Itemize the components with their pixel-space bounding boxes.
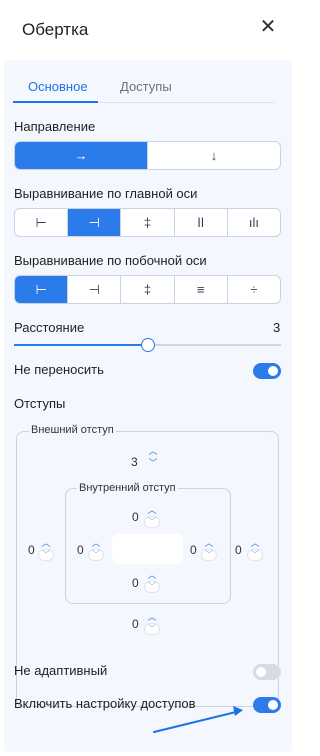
outer-padding-title: Внешний отступ	[29, 424, 116, 436]
chevron-down-icon[interactable]: ﹀	[38, 549, 54, 561]
panel-header: Обертка ✕	[0, 0, 296, 60]
chevron-up-icon[interactable]: ︿	[146, 613, 158, 622]
main-axis-label: Выравнивание по главной оси	[14, 186, 198, 201]
inner-top-stepper: ︿ ﹀	[144, 506, 160, 528]
panel-title: Обертка	[22, 20, 89, 39]
inner-bottom-value[interactable]: 0	[132, 576, 139, 590]
chevron-down-icon[interactable]: ﹀	[247, 549, 263, 561]
paddings-label: Отступы	[14, 396, 66, 411]
chevron-down-icon[interactable]: ﹀	[88, 549, 104, 561]
cross-axis-toggle-group: ⊢ ⊣ ‡ ≡ ÷	[14, 275, 281, 304]
main-axis-around-button[interactable]: ılı	[228, 209, 280, 236]
spacing-value: 3	[273, 320, 281, 335]
spacing-slider-fill	[14, 344, 148, 346]
outer-right-value[interactable]: 0	[235, 543, 242, 557]
toggle-knob	[268, 700, 278, 710]
chevron-down-icon[interactable]: ﹀	[201, 549, 217, 561]
align-start-icon: ⊢	[35, 281, 47, 297]
cross-axis-start-button[interactable]: ⊢	[15, 276, 69, 303]
spacing-slider-thumb[interactable]	[141, 338, 155, 352]
chevron-up-icon[interactable]: ︿	[203, 539, 215, 548]
chevron-up-icon[interactable]: ︿	[146, 571, 158, 580]
cross-axis-label: Выравнивание по побочной оси	[14, 253, 207, 268]
main-axis-end-button[interactable]: ⊣	[68, 209, 122, 236]
wrapper-settings-panel: Обертка ✕ Основное Доступы Направление →…	[0, 0, 296, 756]
outer-top-value[interactable]: 3	[131, 455, 138, 469]
align-end-icon: ⊣	[88, 281, 100, 297]
panel-body: Основное Доступы Направление → ↓ Выравни…	[4, 60, 292, 752]
inner-left-value[interactable]: 0	[77, 543, 84, 557]
enable-access-toggle[interactable]	[253, 697, 281, 713]
baseline-icon: ÷	[250, 282, 258, 297]
not-adaptive-label: Не адаптивный	[14, 663, 108, 678]
content-preview-box	[112, 534, 183, 564]
space-around-icon: ılı	[248, 215, 259, 230]
align-end-icon: ⊣	[88, 214, 100, 230]
toggle-knob	[268, 366, 278, 376]
close-icon[interactable]: ✕	[258, 17, 278, 37]
inner-left-stepper: ︿ ﹀	[88, 539, 104, 561]
cross-axis-baseline-button[interactable]: ÷	[228, 276, 280, 303]
chevron-down-icon[interactable]: ﹀	[144, 516, 160, 528]
nowrap-label: Не переносить	[14, 362, 104, 377]
outer-left-stepper: ︿ ﹀	[38, 539, 54, 561]
main-axis-between-button[interactable]: ǀǀ	[175, 209, 228, 236]
direction-column-button[interactable]: ↓	[148, 142, 280, 169]
chevron-up-icon[interactable]: ︿	[146, 506, 158, 515]
cross-axis-stretch-button[interactable]: ≡	[175, 276, 228, 303]
chevron-down-icon[interactable]: ﹀	[144, 581, 160, 593]
arrow-down-icon: ↓	[210, 148, 218, 163]
align-center-icon: ‡	[143, 282, 152, 297]
enable-access-label: Включить настройку доступов	[14, 696, 196, 711]
tab-active-indicator	[13, 101, 98, 103]
outer-right-stepper: ︿ ﹀	[247, 539, 263, 561]
tab-main[interactable]: Основное	[28, 79, 88, 94]
main-axis-toggle-group: ⊢ ⊣ ‡ ǀǀ ılı	[14, 208, 281, 237]
arrow-right-icon: →	[74, 148, 88, 163]
spacing-label: Расстояние	[14, 320, 85, 335]
chevron-up-icon[interactable]: ︿	[249, 539, 261, 548]
direction-label: Направление	[14, 119, 96, 134]
inner-right-value[interactable]: 0	[190, 543, 197, 557]
stretch-icon: ≡	[196, 282, 205, 297]
align-center-icon: ‡	[143, 215, 152, 230]
inner-right-stepper: ︿ ﹀	[201, 539, 217, 561]
direction-row-button[interactable]: →	[15, 142, 148, 169]
nowrap-toggle[interactable]	[253, 363, 281, 379]
space-between-icon: ǀǀ	[197, 215, 205, 230]
cross-axis-end-button[interactable]: ⊣	[68, 276, 122, 303]
inner-bottom-stepper: ︿ ﹀	[144, 571, 160, 593]
direction-toggle-group: → ↓	[14, 141, 281, 170]
main-axis-start-button[interactable]: ⊢	[15, 209, 69, 236]
chevron-up-icon[interactable]: ︿	[90, 539, 102, 548]
not-adaptive-toggle[interactable]	[253, 664, 281, 680]
toggle-knob	[256, 667, 266, 677]
inner-top-value[interactable]: 0	[132, 510, 139, 524]
chevron-up-icon[interactable]: ︿	[147, 447, 159, 456]
main-axis-center-button[interactable]: ‡	[121, 209, 175, 236]
inner-padding-title: Внутренний отступ	[77, 482, 178, 494]
chevron-down-icon[interactable]: ﹀	[144, 623, 160, 635]
outer-bottom-stepper: ︿ ﹀	[144, 613, 160, 635]
cross-axis-center-button[interactable]: ‡	[121, 276, 175, 303]
outer-bottom-value[interactable]: 0	[132, 617, 139, 631]
chevron-up-icon[interactable]: ︿	[40, 539, 52, 548]
outer-left-value[interactable]: 0	[28, 543, 35, 557]
outer-top-stepper: ︿ ﹀	[145, 447, 161, 469]
chevron-down-icon[interactable]: ﹀	[147, 459, 159, 468]
tab-access[interactable]: Доступы	[120, 79, 172, 94]
align-start-icon: ⊢	[35, 214, 47, 230]
